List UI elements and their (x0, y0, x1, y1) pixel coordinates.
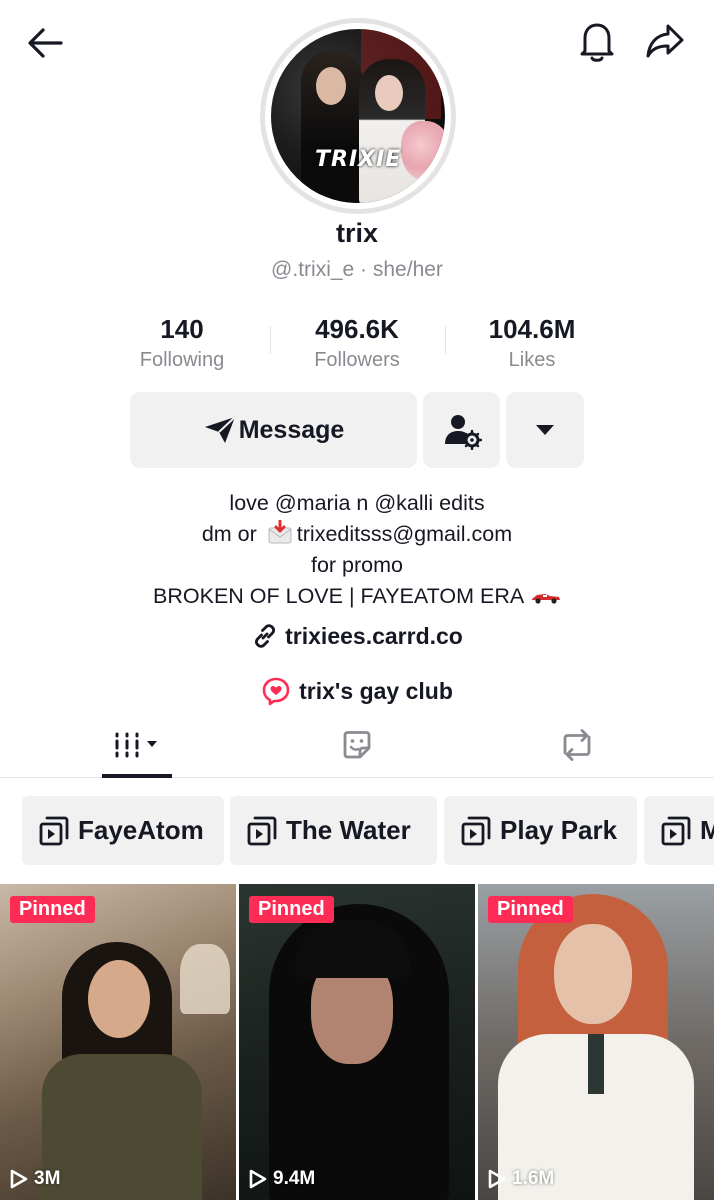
pinned-badge: Pinned (10, 896, 95, 923)
playlist-label: Play Park (500, 815, 618, 845)
playlist-label: The Water (286, 815, 411, 845)
avatar-image: TRIXIE (271, 29, 445, 203)
more-options-button[interactable] (506, 392, 584, 468)
share-button[interactable] (642, 18, 688, 64)
playlist-label: FayeAtom (78, 815, 204, 845)
bio-line: for promo (310, 553, 403, 577)
playlist-chip[interactable]: FayeAtom (22, 796, 224, 865)
profile-avatar[interactable]: TRIXIE (260, 18, 456, 214)
profile-tabs (0, 712, 714, 778)
link-icon (255, 624, 276, 648)
sticker-icon (343, 731, 371, 759)
profile-link-text: trixiees.carrd.co (285, 622, 463, 649)
bell-icon (580, 23, 614, 62)
arrow-left-icon (28, 28, 63, 58)
group-chat-text: trix's gay club (299, 677, 453, 704)
video-thumbnail[interactable]: Pinned 3M (0, 884, 236, 1200)
repost-icon (563, 729, 591, 761)
pinned-badge: Pinned (488, 896, 573, 923)
bio-era-text: BROKEN OF LOVE | FAYEATOM ERA (153, 584, 523, 608)
playlist-icon (461, 816, 491, 845)
group-chat-link[interactable]: trix's gay club (0, 676, 714, 706)
message-button-label: Message (238, 415, 345, 444)
active-tab-indicator (102, 774, 172, 778)
grid-lines-icon (115, 732, 157, 758)
notifications-button[interactable] (574, 18, 620, 64)
view-count: 1.6M (488, 1168, 554, 1190)
paper-plane-icon (204, 416, 236, 443)
video-grid: Pinned 3M Pinned 9.4M Pinned 1.6M (0, 884, 714, 1200)
profile-actions: Message (130, 392, 584, 468)
likes-stat[interactable]: 104.6M Likes (445, 314, 619, 372)
video-thumbnail[interactable]: Pinned 9.4M (239, 884, 475, 1200)
race-car-icon (531, 594, 560, 604)
share-arrow-icon (646, 24, 684, 58)
view-count-text: 9.4M (273, 1168, 316, 1189)
play-icon (488, 1169, 506, 1189)
username-pronouns: @.trixi_e · she/her (271, 258, 443, 281)
followers-count: 496.6K (315, 314, 399, 344)
followers-stat[interactable]: 496.6K Followers (270, 314, 444, 372)
playlists-row: FayeAtom The Water Play Park M (22, 796, 714, 866)
playlist-icon (661, 816, 691, 845)
chat-heart-icon (262, 677, 290, 706)
playlist-label: M (700, 815, 714, 845)
likes-count: 104.6M (488, 314, 576, 344)
following-count: 140 (160, 314, 204, 344)
view-count-text: 3M (34, 1168, 61, 1189)
playlist-chip[interactable]: Play Park (444, 796, 637, 865)
view-count: 9.4M (249, 1168, 315, 1190)
tab-stickers[interactable] (322, 712, 392, 778)
avatar-caption: TRIXIE (315, 147, 402, 172)
following-label: Following (139, 349, 225, 371)
pinned-badge: Pinned (249, 896, 334, 923)
bio-dm-prefix: dm or (201, 522, 257, 546)
playlist-chip[interactable]: M (644, 796, 714, 865)
triangle-down-icon (536, 425, 554, 435)
likes-label: Likes (508, 349, 556, 371)
profile-bio: love @maria n @kalli edits dm or trixedi… (0, 488, 714, 612)
display-name: trix (335, 218, 379, 248)
incoming-envelope-icon (267, 519, 293, 544)
playlist-chip[interactable]: The Water (230, 796, 437, 865)
tab-reposts[interactable] (542, 712, 612, 778)
tab-videos[interactable] (102, 712, 172, 778)
bio-email: trixeditsss@gmail.com (296, 522, 513, 546)
playlist-icon (39, 816, 69, 845)
followers-label: Followers (314, 349, 400, 371)
bio-line: dm or trixeditsss@gmail.com (0, 519, 714, 550)
message-button[interactable]: Message (130, 392, 417, 468)
play-icon (249, 1169, 267, 1189)
following-stat[interactable]: 140 Following (95, 314, 269, 372)
bio-line: BROKEN OF LOVE | FAYEATOM ERA (0, 581, 714, 612)
profile-stats: 140 Following 496.6K Followers 104.6M Li… (95, 314, 619, 378)
profile-link[interactable]: trixiees.carrd.co (0, 622, 714, 650)
playlist-icon (247, 816, 277, 845)
friend-settings-button[interactable] (423, 392, 500, 468)
play-icon (10, 1169, 28, 1189)
bio-line: love @maria n @kalli edits (229, 491, 485, 515)
video-thumbnail[interactable]: Pinned 1.6M (478, 884, 714, 1200)
view-count: 3M (10, 1168, 60, 1190)
user-settings-icon (444, 415, 482, 450)
back-button[interactable] (22, 20, 68, 66)
view-count-text: 1.6M (512, 1168, 555, 1189)
